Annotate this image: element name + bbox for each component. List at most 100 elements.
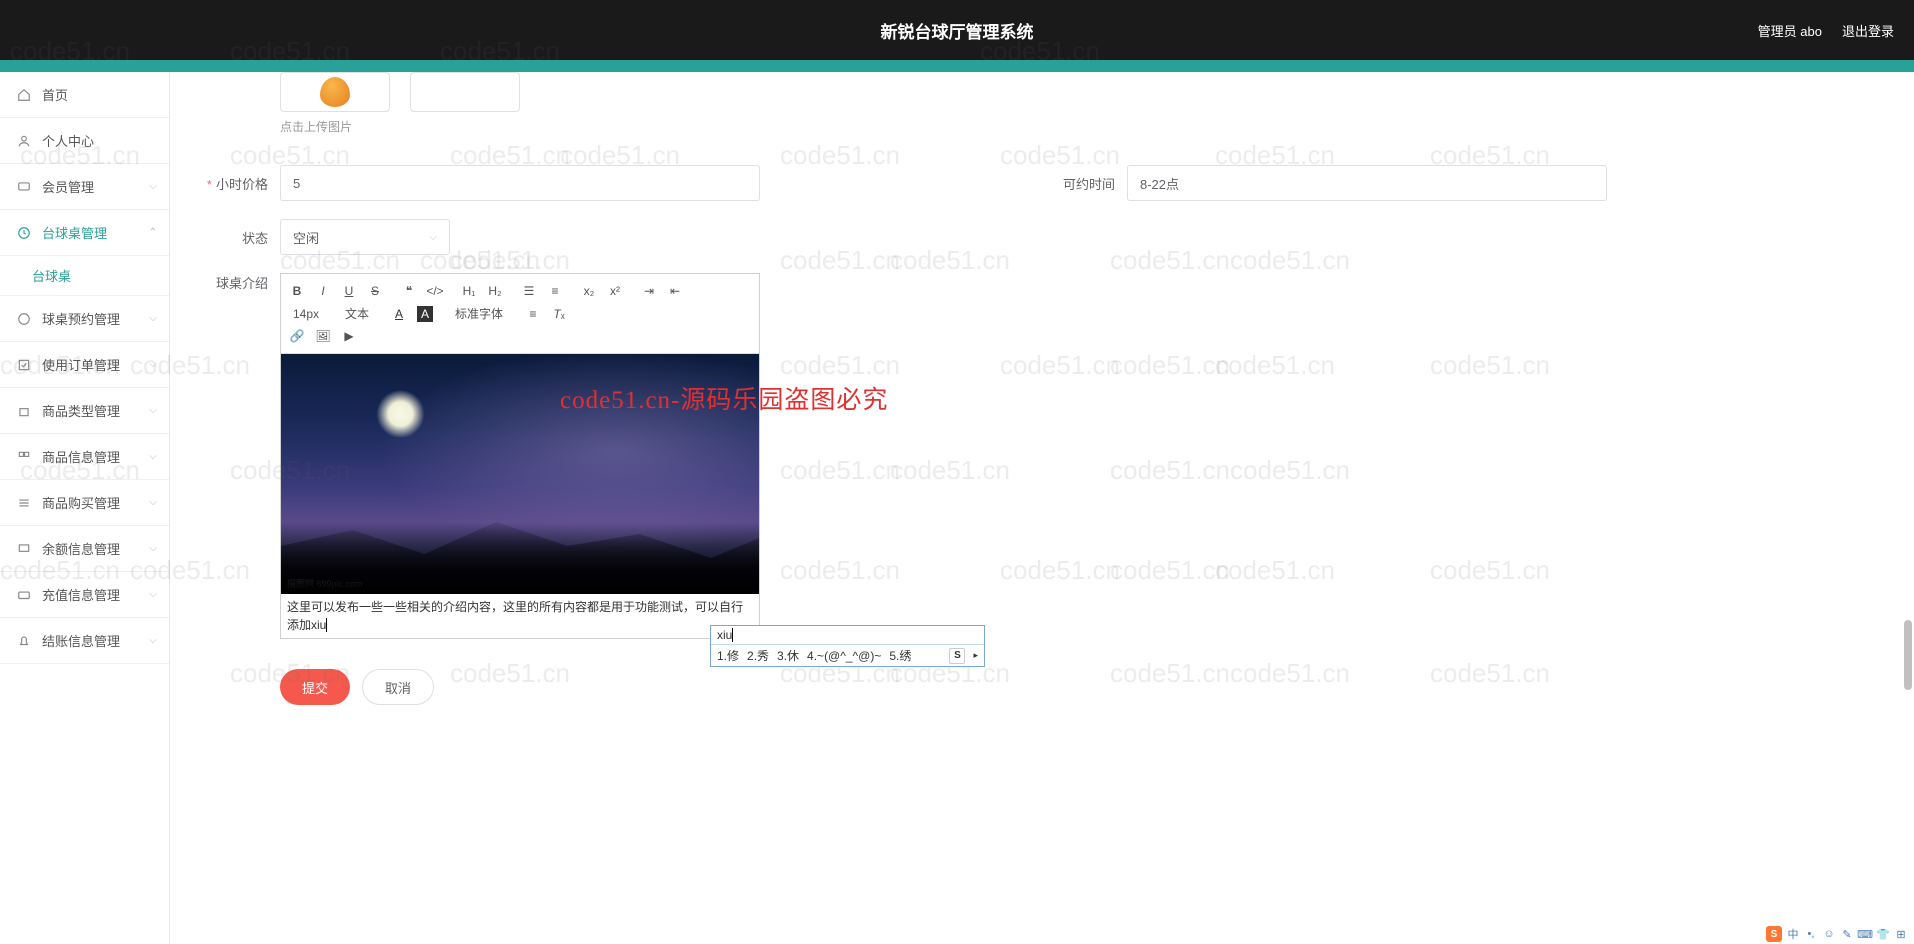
image-slot-2[interactable] bbox=[410, 72, 520, 112]
sup-button[interactable]: x² bbox=[607, 283, 623, 299]
scrollbar-thumb[interactable] bbox=[1904, 620, 1912, 690]
hour-price-label: *小时价格 bbox=[200, 174, 280, 193]
sidebar-item-recharge[interactable]: 充值信息管理 ⌵ bbox=[0, 572, 169, 618]
ime-input: xiu bbox=[711, 626, 984, 645]
chevron-down-icon: ⌵ bbox=[149, 181, 157, 192]
h2-button[interactable]: H₂ bbox=[487, 283, 503, 299]
upload-hint: 点击上传图片 bbox=[280, 118, 1894, 135]
color-button[interactable]: A bbox=[391, 306, 407, 322]
sidebar-label: 商品购买管理 bbox=[42, 493, 120, 512]
card-icon bbox=[16, 587, 32, 603]
video-button[interactable]: ▶ bbox=[341, 328, 357, 344]
tray-icon[interactable]: 中 bbox=[1786, 927, 1800, 941]
sidebar-item-product[interactable]: 商品信息管理 ⌵ bbox=[0, 434, 169, 480]
clear-format-button[interactable]: Tₓ bbox=[551, 306, 567, 322]
editor-toolbar: B I U S ❝ </> H₁ H₂ bbox=[281, 274, 759, 354]
sidebar-label: 个人中心 bbox=[42, 131, 94, 150]
logout-link[interactable]: 退出登录 bbox=[1842, 21, 1894, 40]
tray-icon[interactable]: ☺ bbox=[1822, 927, 1836, 941]
ol-button[interactable]: ☰ bbox=[521, 283, 537, 299]
tray-icon[interactable]: ✎ bbox=[1840, 927, 1854, 941]
rich-editor: B I U S ❝ </> H₁ H₂ bbox=[280, 273, 760, 639]
align-button[interactable]: ≡ bbox=[525, 306, 541, 322]
h1-button[interactable]: H₁ bbox=[461, 283, 477, 299]
sidebar-label: 使用订单管理 bbox=[42, 355, 120, 374]
sidebar-label: 商品信息管理 bbox=[42, 447, 120, 466]
strike-button[interactable]: S bbox=[367, 283, 383, 299]
underline-button[interactable]: U bbox=[341, 283, 357, 299]
image-upload-row bbox=[280, 72, 1894, 112]
sidebar-label: 会员管理 bbox=[42, 177, 94, 196]
header: 新锐台球厅管理系统 管理员 abo 退出登录 bbox=[0, 0, 1914, 60]
submit-button[interactable]: 提交 bbox=[280, 669, 350, 705]
chevron-up-icon: ⌃ bbox=[149, 227, 157, 238]
sidebar-label: 台球桌管理 bbox=[42, 223, 107, 242]
quote-button[interactable]: ❝ bbox=[401, 283, 417, 299]
avail-time-label: 可约时间 bbox=[1047, 174, 1127, 193]
font-style-select[interactable]: 文本 bbox=[341, 305, 373, 322]
tray-icon[interactable]: 👕 bbox=[1876, 927, 1890, 941]
bgcolor-button[interactable]: A bbox=[417, 306, 433, 322]
admin-label[interactable]: 管理员 abo bbox=[1758, 21, 1822, 40]
link-button[interactable]: 🔗 bbox=[289, 328, 305, 344]
sidebar-label: 余额信息管理 bbox=[42, 539, 120, 558]
accent-bar bbox=[0, 60, 1914, 72]
indent-button[interactable]: ⇥ bbox=[641, 283, 657, 299]
status-select[interactable]: 空闲 ⌵ bbox=[280, 219, 450, 255]
chevron-down-icon: ⌵ bbox=[149, 451, 157, 462]
intro-label: 球桌介绍 bbox=[200, 273, 280, 292]
sidebar-item-category[interactable]: 商品类型管理 ⌵ bbox=[0, 388, 169, 434]
editor-text[interactable]: 这里可以发布一些一些相关的介绍内容，这里的所有内容都是用于功能测试，可以自行添加… bbox=[281, 594, 759, 638]
monitor-icon bbox=[16, 541, 32, 557]
status-label: 状态 bbox=[200, 228, 280, 247]
chevron-down-icon: ⌵ bbox=[149, 313, 157, 324]
sogou-tray-icon[interactable]: S bbox=[1766, 926, 1782, 942]
editor-body[interactable]: 摄图网 699pic.com 这里可以发布一些一些相关的介绍内容，这里的所有内容… bbox=[281, 354, 759, 638]
sidebar-item-profile[interactable]: 个人中心 bbox=[0, 118, 169, 164]
sidebar-item-member[interactable]: 会员管理 ⌵ bbox=[0, 164, 169, 210]
sidebar-label: 首页 bbox=[42, 85, 68, 104]
sogou-icon: S bbox=[949, 648, 965, 664]
outdent-button[interactable]: ⇤ bbox=[667, 283, 683, 299]
tray-icon[interactable]: ⌨ bbox=[1858, 927, 1872, 941]
sidebar-item-purchase[interactable]: 商品购买管理 ⌵ bbox=[0, 480, 169, 526]
image-slot-1[interactable] bbox=[280, 72, 390, 112]
italic-button[interactable]: I bbox=[315, 283, 331, 299]
check-icon bbox=[16, 357, 32, 373]
sidebar-item-order[interactable]: 使用订单管理 ⌵ bbox=[0, 342, 169, 388]
tray-icon[interactable]: ⊞ bbox=[1894, 927, 1908, 941]
tray-icon[interactable]: •, bbox=[1804, 927, 1818, 941]
chevron-down-icon: ⌵ bbox=[149, 405, 157, 416]
home-icon bbox=[16, 87, 32, 103]
sidebar-item-home[interactable]: 首页 bbox=[0, 72, 169, 118]
ime-candidates[interactable]: 1.修 2.秀 3.休 4.~(@^_^@)~ 5.绣 S ▸ bbox=[711, 645, 984, 666]
cancel-button[interactable]: 取消 bbox=[362, 669, 434, 705]
clock2-icon bbox=[16, 311, 32, 327]
hour-price-input[interactable] bbox=[280, 165, 760, 201]
sidebar-item-reserve[interactable]: 球桌预约管理 ⌵ bbox=[0, 296, 169, 342]
chevron-down-icon: ⌵ bbox=[149, 589, 157, 600]
editor-image: 摄图网 699pic.com bbox=[281, 354, 759, 594]
font-family-select[interactable]: 标准字体 bbox=[451, 305, 507, 322]
sidebar-label: 商品类型管理 bbox=[42, 401, 120, 420]
ul-button[interactable]: ≡ bbox=[547, 283, 563, 299]
content-area: 点击上传图片 *小时价格 可约时间 状态 空闲 ⌵ 球桌介绍 bbox=[170, 72, 1914, 944]
ime-page-arrows[interactable]: ▸ bbox=[973, 650, 978, 661]
sidebar-item-balance[interactable]: 余额信息管理 ⌵ bbox=[0, 526, 169, 572]
sidebar: 首页 个人中心 会员管理 ⌵ 台球桌管理 ⌃ 台球桌 球桌预约管理 ⌵ 使用订单… bbox=[0, 72, 170, 944]
font-size-select[interactable]: 14px bbox=[289, 307, 323, 321]
system-tray: S 中 •, ☺ ✎ ⌨ 👕 ⊞ bbox=[1766, 926, 1908, 942]
sub-button[interactable]: x₂ bbox=[581, 283, 597, 299]
chevron-down-icon: ⌵ bbox=[149, 497, 157, 508]
user-icon bbox=[16, 133, 32, 149]
sidebar-item-table[interactable]: 台球桌管理 ⌃ bbox=[0, 210, 169, 256]
sidebar-item-checkout[interactable]: 结账信息管理 ⌵ bbox=[0, 618, 169, 664]
sidebar-subitem-table[interactable]: 台球桌 bbox=[0, 256, 169, 296]
image-watermark: 摄图网 699pic.com bbox=[287, 577, 363, 590]
image-button[interactable]: 🖼 bbox=[315, 328, 331, 344]
sidebar-label: 球桌预约管理 bbox=[42, 309, 120, 328]
code-button[interactable]: </> bbox=[427, 283, 443, 299]
bold-button[interactable]: B bbox=[289, 283, 305, 299]
avail-time-input[interactable] bbox=[1127, 165, 1607, 201]
box-icon bbox=[16, 403, 32, 419]
